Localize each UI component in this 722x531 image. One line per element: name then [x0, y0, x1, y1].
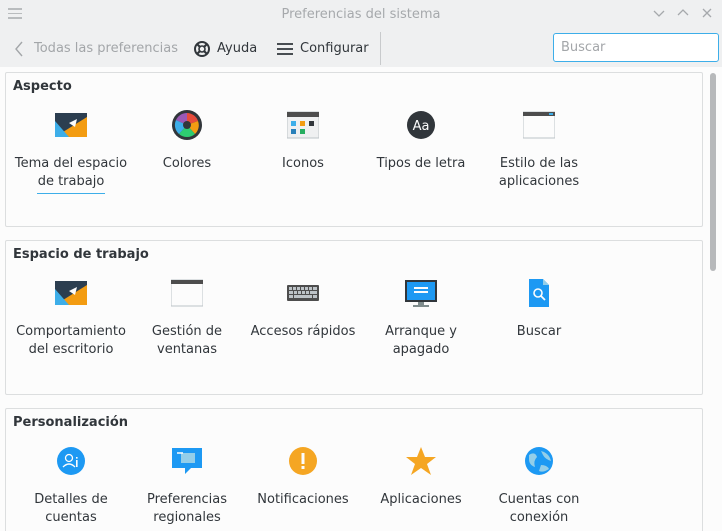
category-title: Aspecto [13, 79, 72, 94]
application-style-icon [522, 111, 556, 139]
item-account-details[interactable]: Detalles de cuentas [12, 439, 130, 527]
item-label: Estilo de las aplicaciones [498, 156, 580, 189]
item-desktop-behavior[interactable]: Comportamiento del escritorio [12, 271, 130, 359]
back-button-label: Todas las preferencias [34, 41, 178, 56]
item-label: Buscar [516, 324, 562, 339]
search-file-icon [529, 279, 549, 307]
item-notifications[interactable]: Notificaciones [244, 439, 362, 509]
colors-icon [172, 110, 202, 140]
notifications-icon [289, 447, 317, 475]
window-management-icon [170, 279, 204, 307]
account-details-icon [57, 447, 85, 475]
item-workspace-theme[interactable]: Tema del espacio de trabajo [12, 103, 130, 194]
category-aspecto: Aspecto Tema del espacio de trabajo Colo… [5, 72, 703, 227]
scrollbar-thumb[interactable] [710, 73, 716, 271]
toolbar-separator [380, 32, 381, 65]
item-label: Cuentas con conexión [498, 492, 580, 525]
window-title: Preferencias del sistema [281, 7, 441, 22]
back-arrow-icon [15, 41, 23, 56]
item-fonts[interactable]: Aa Tipos de letra [362, 103, 480, 173]
startup-shutdown-icon [405, 280, 437, 307]
fonts-icon: Aa [407, 111, 435, 139]
item-label: Detalles de cuentas [34, 492, 108, 525]
category-personalizacion: Personalización Detalles de cuentas Pref… [5, 408, 703, 531]
keyboard-shortcuts-icon [287, 285, 319, 301]
configure-button[interactable]: Configurar [276, 30, 369, 67]
workspace-theme-icon [55, 113, 87, 137]
help-button-label: Ayuda [217, 41, 258, 56]
title-bar: Preferencias del sistema [0, 0, 722, 30]
item-icons[interactable]: Iconos [244, 103, 362, 173]
svg-text:Aa: Aa [413, 119, 430, 134]
item-label: Tipos de letra [376, 156, 466, 171]
maximize-icon[interactable] [675, 6, 691, 22]
settings-content: Aspecto Tema del espacio de trabajo Colo… [0, 67, 722, 531]
item-label: Colores [162, 156, 212, 171]
item-colors[interactable]: Colores [128, 103, 246, 173]
configure-button-label: Configurar [300, 41, 369, 56]
hamburger-menu-icon [277, 42, 293, 55]
category-title: Espacio de trabajo [13, 247, 149, 262]
item-label: Notificaciones [257, 492, 349, 507]
item-search[interactable]: Buscar [480, 271, 598, 341]
category-espacio-de-trabajo: Espacio de trabajo Comportamiento del es… [5, 240, 703, 395]
online-accounts-icon [525, 447, 553, 475]
item-window-management[interactable]: Gestión de ventanas [128, 271, 246, 359]
item-label: Comportamiento del escritorio [16, 324, 126, 357]
category-title: Personalización [13, 415, 129, 430]
applications-star-icon [406, 447, 436, 475]
desktop-behavior-icon [55, 281, 87, 305]
icons-icon [286, 111, 320, 139]
minimize-icon[interactable] [651, 6, 667, 22]
item-label: Arranque y apagado [385, 324, 457, 357]
help-lifebuoy-icon [194, 40, 210, 57]
item-online-accounts[interactable]: Cuentas con conexión [480, 439, 598, 527]
item-label: Iconos [282, 156, 324, 171]
item-application-style[interactable]: Estilo de las aplicaciones [480, 103, 598, 191]
item-label: Aplicaciones [380, 492, 462, 507]
help-button[interactable]: Ayuda [193, 30, 257, 67]
item-regional-settings[interactable]: Preferencias regionales [128, 439, 246, 527]
regional-settings-icon [172, 448, 202, 474]
item-keyboard-shortcuts[interactable]: Accesos rápidos [244, 271, 362, 341]
close-icon[interactable] [699, 6, 715, 22]
item-label: Gestión de ventanas [151, 324, 223, 357]
search-input[interactable] [553, 33, 719, 62]
item-label: Preferencias regionales [146, 492, 228, 525]
item-label: Accesos rápidos [250, 324, 356, 339]
item-applications[interactable]: Aplicaciones [362, 439, 480, 509]
item-label: Tema del espacio de trabajo [14, 156, 128, 189]
item-startup-shutdown[interactable]: Arranque y apagado [362, 271, 480, 359]
back-button[interactable]: Todas las preferencias [14, 30, 178, 67]
selection-underline [37, 193, 105, 194]
toolbar: Todas las preferencias Ayuda Configurar [0, 30, 722, 67]
